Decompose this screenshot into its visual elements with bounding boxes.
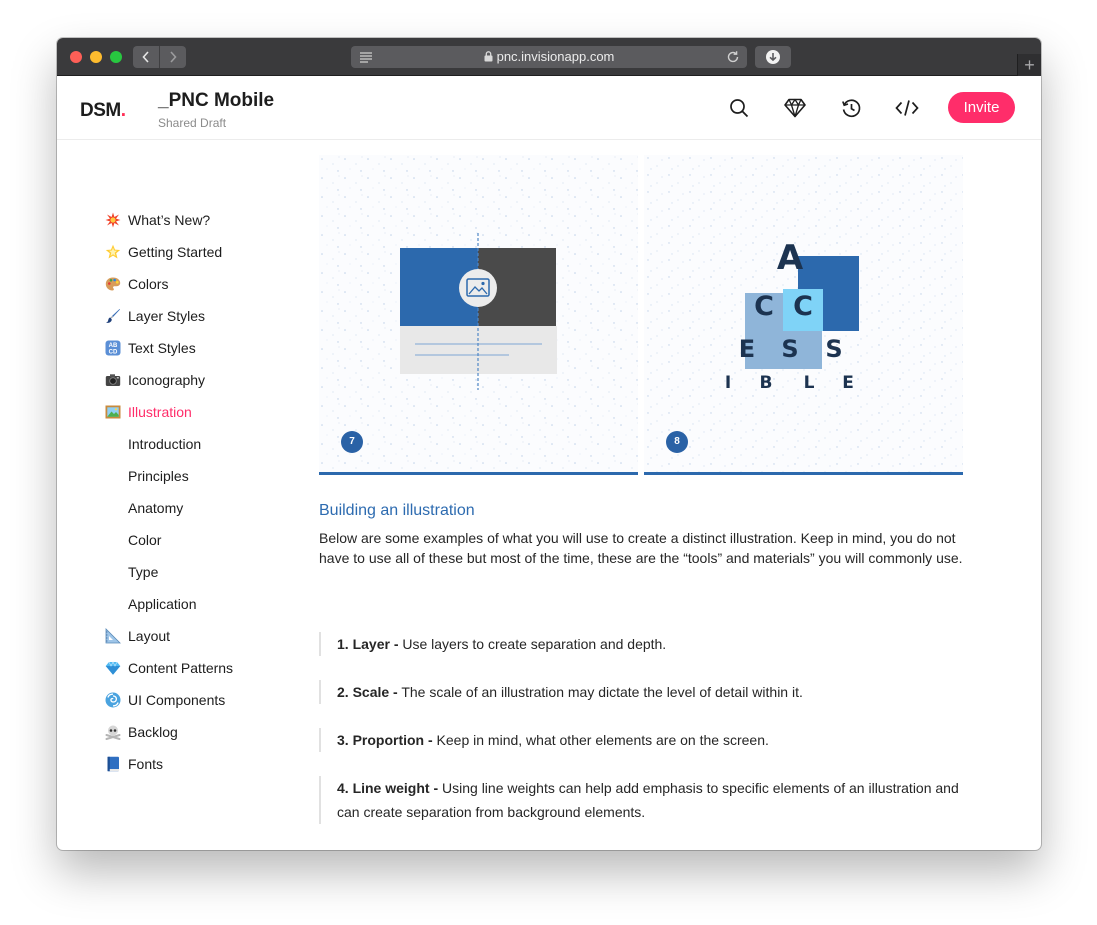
collision-icon	[104, 211, 122, 229]
letter-s1: S	[781, 335, 798, 363]
sidebar-item-getting-started[interactable]: Getting Started	[104, 241, 222, 263]
skull-crossbones-icon	[104, 723, 122, 741]
sketch-diamond-icon	[784, 98, 806, 118]
cyclone-icon	[104, 691, 122, 709]
close-window-button[interactable]	[70, 51, 82, 63]
gem-icon	[104, 659, 122, 677]
guideline-label: 1. Layer -	[337, 636, 399, 652]
download-icon	[766, 50, 780, 64]
sidebar-item-text-styles[interactable]: AB CD Text Styles	[104, 337, 196, 359]
accessible-illustration: A C C E S S I B L E	[725, 238, 859, 393]
sidebar-item-layer-styles[interactable]: Layer Styles	[104, 305, 205, 327]
guideline-item: 1. Layer - Use layers to create separati…	[319, 632, 969, 656]
letter-l: L	[804, 373, 815, 393]
sidebar-subitem-application[interactable]: Application	[128, 593, 197, 615]
sidebar-subitem-type[interactable]: Type	[128, 561, 158, 583]
sidebar-subitem-color[interactable]: Color	[128, 529, 161, 551]
guideline-label: 4. Line weight -	[337, 780, 439, 796]
sidebar-item-layout[interactable]: Layout	[104, 625, 170, 647]
guideline-label: 2. Scale -	[337, 684, 398, 700]
illustration-number-badge: 7	[341, 431, 363, 453]
url-text: pnc.invisionapp.com	[496, 49, 615, 64]
history-button[interactable]	[839, 96, 863, 120]
sidebar-subitem-anatomy[interactable]: Anatomy	[128, 497, 183, 519]
sidebar-item-fonts[interactable]: Fonts	[104, 753, 163, 775]
letter-i: I	[725, 373, 731, 393]
letter-c2: C	[793, 291, 813, 322]
illustration-card-8: A C C E S S I B L E 8	[644, 155, 963, 475]
guideline-label: 3. Proportion -	[337, 732, 433, 748]
guideline-text: Use layers to create separation and dept…	[398, 636, 667, 652]
project-subtitle: Shared Draft	[158, 116, 227, 130]
svg-text:CD: CD	[109, 350, 118, 356]
browser-window: pnc.invisionapp.com + DSM. _PNC Mobile S…	[57, 38, 1041, 850]
history-nav	[133, 46, 186, 68]
framed-picture-icon	[104, 403, 122, 421]
address-bar[interactable]: pnc.invisionapp.com	[351, 46, 747, 68]
new-tab-button[interactable]: +	[1017, 54, 1041, 76]
guideline-text: Keep in mind, what other elements are on…	[432, 732, 769, 748]
card-underline	[644, 472, 963, 475]
reload-icon[interactable]	[726, 50, 740, 64]
guideline-item: 4. Line weight - Using line weights can …	[319, 776, 969, 824]
sidebar-item-whats-new[interactable]: What’s New?	[104, 209, 210, 231]
illustration-number-badge: 8	[666, 431, 688, 453]
sidebar-item-ui-components[interactable]: UI Components	[104, 689, 225, 711]
sidebar-item-backlog[interactable]: Backlog	[104, 721, 178, 743]
image-card-illustration	[400, 233, 557, 390]
sketch-button[interactable]	[783, 96, 807, 120]
card-underline	[319, 472, 638, 475]
sidebar-subitem-principles[interactable]: Principles	[128, 465, 189, 487]
code-button[interactable]	[895, 96, 919, 120]
letter-c1: C	[754, 291, 774, 322]
sidebar-item-colors[interactable]: Colors	[104, 273, 168, 295]
illustration-card-7: 7	[319, 155, 638, 475]
letter-a: A	[777, 238, 804, 278]
project-title: _PNC Mobile	[158, 90, 275, 111]
sidebar-item-illustration[interactable]: Illustration	[104, 401, 192, 423]
guideline-item: 2. Scale - The scale of an illustration …	[319, 680, 969, 704]
back-button[interactable]	[133, 46, 159, 68]
letter-s2: S	[825, 335, 842, 363]
glowing-star-icon	[104, 243, 122, 261]
forward-button[interactable]	[159, 46, 185, 68]
browser-toolbar: pnc.invisionapp.com +	[57, 38, 1041, 76]
svg-text:AB: AB	[109, 343, 118, 349]
lock-icon	[484, 51, 493, 62]
abcd-icon: AB CD	[104, 339, 122, 357]
history-icon	[841, 98, 860, 117]
search-icon	[730, 99, 749, 118]
invite-button[interactable]: Invite	[948, 92, 1015, 123]
letter-e2: E	[842, 373, 854, 393]
code-icon	[895, 100, 919, 116]
app-header: DSM. _PNC Mobile Shared Draft Invite	[57, 76, 1041, 140]
dsm-logo[interactable]: DSM.	[80, 100, 126, 122]
intro-paragraph: Below are some examples of what you will…	[319, 530, 963, 566]
letter-b: B	[760, 373, 773, 393]
section-title: Building an illustration	[319, 502, 475, 519]
sidebar-item-content-patterns[interactable]: Content Patterns	[104, 657, 233, 679]
paintbrush-icon	[104, 307, 122, 325]
sidebar-item-iconography[interactable]: Iconography	[104, 369, 205, 391]
chevron-right-icon	[169, 51, 177, 63]
guideline-item: 3. Proportion - Keep in mind, what other…	[319, 728, 969, 752]
minimize-window-button[interactable]	[90, 51, 102, 63]
search-button[interactable]	[727, 96, 751, 120]
camera-icon	[104, 371, 122, 389]
guideline-text: The scale of an illustration may dictate…	[397, 684, 803, 700]
sidebar-subitem-introduction[interactable]: Introduction	[128, 433, 201, 455]
zoom-window-button[interactable]	[110, 51, 122, 63]
blue-book-icon	[104, 755, 122, 773]
letter-e1: E	[739, 335, 755, 363]
triangular-ruler-icon	[104, 627, 122, 645]
chevron-left-icon	[142, 51, 149, 63]
downloads-button[interactable]	[755, 46, 791, 68]
palette-icon	[104, 275, 122, 293]
